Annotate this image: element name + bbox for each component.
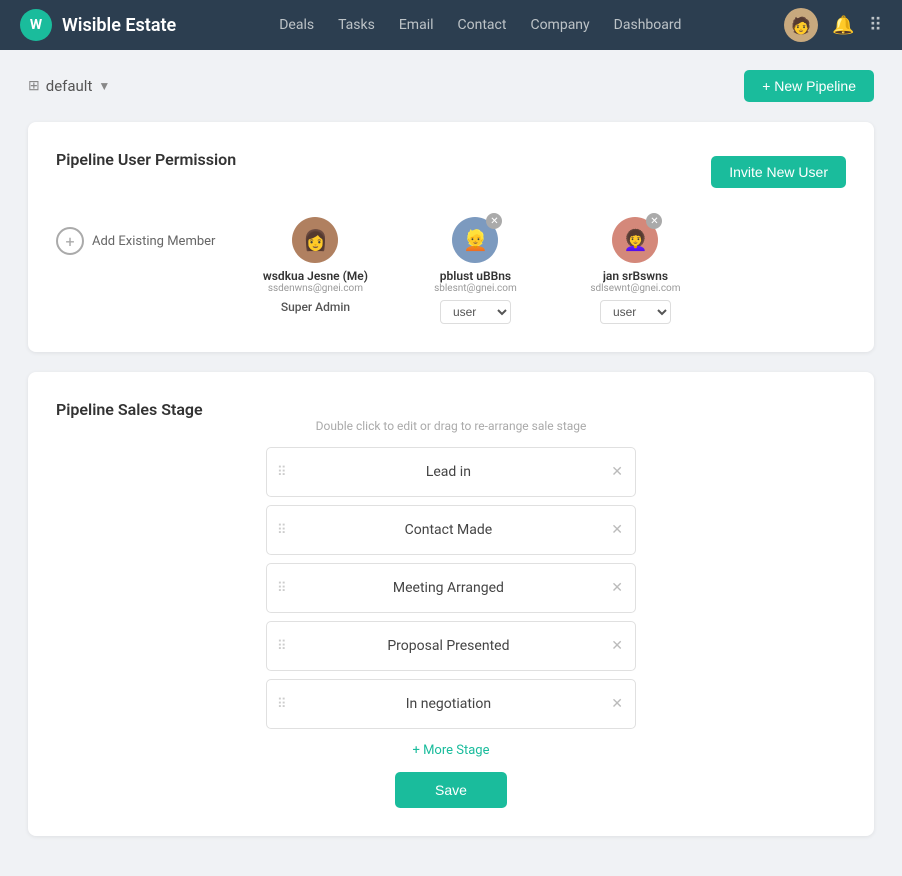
member-name-0: wsdkua Jesne (Me)	[263, 269, 368, 283]
stage-label-0: Lead in	[298, 464, 600, 480]
permission-header: Pipeline User Permission Invite New User	[56, 150, 846, 193]
nav-email[interactable]: Email	[399, 17, 434, 33]
member-name-1: pblust uBBns	[440, 269, 511, 283]
stage-item-1: ⠿ Contact Made ✕	[266, 505, 636, 555]
brand-name: Wisible Estate	[62, 15, 176, 36]
drag-handle-0[interactable]: ⠿	[267, 465, 298, 480]
stage-remove-4[interactable]: ✕	[599, 696, 635, 712]
add-member-button[interactable]: + Add Existing Member	[56, 217, 215, 255]
stage-remove-1[interactable]: ✕	[599, 522, 635, 538]
member-role-select-2[interactable]: user admin	[600, 300, 671, 324]
invite-new-user-button[interactable]: Invite New User	[711, 156, 846, 188]
stage-item-0: ⠿ Lead in ✕	[266, 447, 636, 497]
new-pipeline-button[interactable]: + New Pipeline	[744, 70, 874, 102]
navbar: W Wisible Estate Deals Tasks Email Conta…	[0, 0, 902, 50]
stage-list: ⠿ Lead in ✕ ⠿ Contact Made ✕ ⠿ Meeting A…	[56, 447, 846, 729]
nav-dashboard[interactable]: Dashboard	[614, 17, 682, 33]
nav-contact[interactable]: Contact	[458, 17, 507, 33]
stage-item-4: ⠿ In negotiation ✕	[266, 679, 636, 729]
pipeline-label: default	[46, 77, 93, 95]
stage-item-3: ⠿ Proposal Presented ✕	[266, 621, 636, 671]
stage-label-2: Meeting Arranged	[298, 580, 600, 596]
brand-icon: W	[20, 9, 52, 41]
member-role-0: Super Admin	[281, 300, 350, 314]
member-card-0: 👩 wsdkua Jesne (Me) ssdenwns@gnei.com Su…	[255, 217, 375, 314]
member-name-2: jan srBswns	[603, 269, 668, 283]
member-card-1: 👱 ✕ pblust uBBns sblesnt@gnei.com user a…	[415, 217, 535, 324]
stage-label-1: Contact Made	[298, 522, 600, 538]
top-bar: ⊞ default ▼ + New Pipeline	[28, 70, 874, 102]
sales-stage-card: Pipeline Sales Stage Double click to edi…	[28, 372, 874, 836]
sales-stage-title: Pipeline Sales Stage	[56, 400, 203, 419]
more-stage-button[interactable]: + More Stage	[56, 743, 846, 758]
main-nav: Deals Tasks Email Contact Company Dashbo…	[279, 17, 681, 33]
member-avatar-wrap-1: 👱 ✕	[452, 217, 498, 263]
navbar-right: 🧑 🔔 ⠿	[784, 8, 882, 42]
nav-deals[interactable]: Deals	[279, 17, 314, 33]
permission-card: Pipeline User Permission Invite New User…	[28, 122, 874, 352]
stage-remove-0[interactable]: ✕	[599, 464, 635, 480]
notification-bell-icon[interactable]: 🔔	[832, 15, 854, 36]
member-email-1: sblesnt@gnei.com	[434, 283, 517, 294]
member-close-1[interactable]: ✕	[486, 213, 502, 229]
user-avatar[interactable]: 🧑	[784, 8, 818, 42]
pipeline-icon: ⊞	[28, 78, 40, 94]
member-card-2: 👩‍🦱 ✕ jan srBswns sdlsewnt@gnei.com user…	[575, 217, 695, 324]
pipeline-selector[interactable]: ⊞ default ▼	[28, 77, 110, 95]
drag-handle-4[interactable]: ⠿	[267, 697, 298, 712]
stage-remove-3[interactable]: ✕	[599, 638, 635, 654]
save-button[interactable]: Save	[395, 772, 507, 808]
brand: W Wisible Estate	[20, 9, 176, 41]
permission-title: Pipeline User Permission	[56, 150, 236, 169]
member-avatar-wrap-2: 👩‍🦱 ✕	[612, 217, 658, 263]
page-body: ⊞ default ▼ + New Pipeline Pipeline User…	[0, 50, 902, 876]
member-close-2[interactable]: ✕	[646, 213, 662, 229]
stage-remove-2[interactable]: ✕	[599, 580, 635, 596]
stage-hint: Double click to edit or drag to re-arran…	[56, 419, 846, 433]
member-avatar-wrap-0: 👩	[292, 217, 338, 263]
members-row: + Add Existing Member 👩 wsdkua Jesne (Me…	[56, 217, 846, 324]
member-avatar-0: 👩	[292, 217, 338, 263]
drag-handle-2[interactable]: ⠿	[267, 581, 298, 596]
nav-company[interactable]: Company	[530, 17, 589, 33]
nav-tasks[interactable]: Tasks	[338, 17, 375, 33]
stage-item-2: ⠿ Meeting Arranged ✕	[266, 563, 636, 613]
member-email-2: sdlsewnt@gnei.com	[590, 283, 680, 294]
add-member-icon: +	[56, 227, 84, 255]
pipeline-caret-icon: ▼	[98, 79, 110, 93]
drag-handle-3[interactable]: ⠿	[267, 639, 298, 654]
member-email-0: ssdenwns@gnei.com	[268, 283, 363, 294]
member-role-select-1[interactable]: user admin	[440, 300, 511, 324]
add-member-label: Add Existing Member	[92, 234, 215, 249]
stage-label-4: In negotiation	[298, 696, 600, 712]
stage-label-3: Proposal Presented	[298, 638, 600, 654]
drag-handle-1[interactable]: ⠿	[267, 523, 298, 538]
grid-icon[interactable]: ⠿	[869, 15, 882, 36]
